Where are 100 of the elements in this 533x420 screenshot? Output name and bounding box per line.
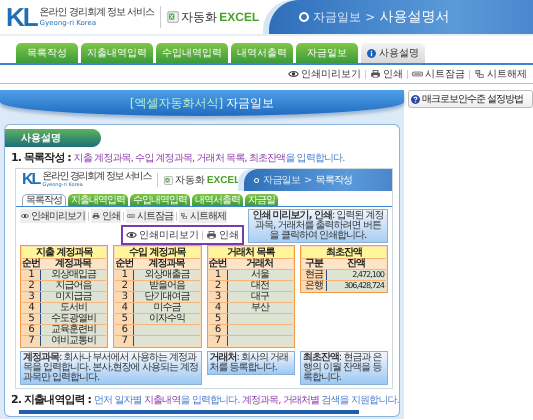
toolbar-button[interactable]: 시트잠금: [126, 209, 174, 223]
table-title: 거래처 목록: [208, 247, 293, 258]
table-cell-text: 4: [214, 303, 222, 313]
table-cell: 2,472,100: [326, 270, 386, 280]
toolbar-button[interactable]: 시트해제: [474, 67, 527, 81]
step-heading: 2. 지출내역입력 : 먼저 일자별 지출내역을 입력합니다. 계정과목, 거래처별 검색을 지원합니다.: [11, 394, 399, 407]
spreadsheet-icon: [164, 176, 173, 184]
eye-icon: [21, 213, 29, 219]
bullet-icon: [299, 12, 310, 22]
column-header: 계정과목: [40, 259, 106, 269]
empty-cell: [226, 336, 293, 346]
table-cell-text: 2: [214, 281, 222, 291]
table-cell: 306,428,724: [326, 281, 386, 291]
table-cell: 이자수익: [133, 314, 200, 324]
breadcrumb-separator: >: [304, 174, 312, 186]
table-cell-text: 2: [120, 281, 128, 291]
toolbar-button[interactable]: 시트잠금: [412, 67, 465, 81]
table-cell: 받을어음: [133, 281, 200, 291]
breadcrumb-separator: >: [365, 10, 376, 24]
table-cell-text: 5: [120, 314, 128, 324]
table-cell-text: 3: [120, 292, 128, 302]
info-icon: [367, 48, 376, 58]
table-cell: 대전: [226, 281, 293, 291]
table-cell-text: 1: [120, 270, 128, 280]
tab[interactable]: 사용설명: [361, 43, 425, 63]
table-cell-text: 은행: [304, 281, 324, 291]
empty-cell: [133, 336, 200, 346]
logo: KL: [22, 172, 40, 188]
toolbar-button[interactable]: 인쇄미리보기: [126, 228, 199, 242]
sheets-icon: [474, 70, 485, 78]
printer-icon: [206, 231, 217, 239]
product-name-suffix: EXCEL: [219, 10, 260, 24]
table-cell: 단기대여금: [133, 292, 200, 302]
table-title: 수입 계정과목: [115, 247, 200, 258]
table-cell-text: 6: [120, 325, 128, 335]
table-cell: 외상매입금: [40, 270, 106, 280]
table-cell: 여비교통비: [40, 336, 106, 346]
bullet-icon: [254, 178, 260, 182]
service-tagline: 온라인 경리회계 정보 서비스: [40, 6, 154, 18]
table-cell-text: 3: [214, 292, 222, 302]
table-cell: 서울: [226, 270, 293, 280]
empty-cell: [226, 314, 293, 324]
tab[interactable]: 목록작성: [22, 194, 66, 206]
service-tagline: 온라인 경리회계 정보 서비스: [42, 172, 151, 182]
column-header: 구분: [302, 259, 326, 269]
table-cell-text: 7: [120, 336, 128, 346]
table-title: 지출 계정과목: [22, 247, 106, 258]
table-cell-text: 6: [214, 325, 222, 335]
table-cell-text: 7: [214, 336, 222, 346]
empty-cell: [226, 325, 293, 335]
toolbar-button[interactable]: 인쇄: [370, 67, 403, 81]
eye-icon: [126, 231, 137, 239]
banner-prefix: [엑셀자동화서식]: [130, 94, 224, 112]
table-cell-text: 1: [27, 270, 35, 280]
banner-title: 자금일보: [226, 94, 274, 112]
column-header: 잔액: [326, 259, 386, 269]
table-cell-text: 4: [120, 303, 128, 313]
product-name: 자동화: [174, 174, 205, 187]
table-cell-text: 5: [214, 314, 222, 324]
toolbar-button[interactable]: 시트해제: [179, 209, 227, 223]
table-cell-text: 2: [27, 281, 35, 291]
table-cell-text: 현금: [304, 270, 324, 280]
eye-icon: [288, 70, 299, 78]
column-header: 거래처: [226, 259, 293, 269]
table-cell: 외상매출금: [133, 270, 200, 280]
table-cell: 미수금: [133, 303, 200, 313]
toolbar-button[interactable]: 인쇄미리보기: [288, 67, 361, 81]
printer-icon: [370, 70, 381, 78]
toolbar-button[interactable]: 인쇄미리보기: [20, 209, 86, 223]
table-cell: 지급어음: [40, 281, 106, 291]
column-header: 순번: [22, 259, 40, 269]
table-cell: 수도광열비: [40, 314, 106, 324]
note-callout: 계정과목: 회사나 부서에서 사용하는 계정과목을 입력합니다. 본사,현장에 사용되는 계정과목만 입력합니다.: [20, 351, 202, 385]
table-cell: 대구: [226, 292, 293, 302]
spreadsheet-icon: [167, 11, 180, 23]
empty-cell: [133, 325, 200, 335]
table-title: 최초잔액: [302, 247, 386, 258]
step-heading: 1. 목록작성 : 지출 계정과목, 수입 계정과목, 거래처 목록, 최초잔액을 입력합니다.: [11, 152, 346, 165]
product-name: 자동화: [181, 8, 218, 26]
logo: KL: [6, 4, 37, 30]
toolbar-button[interactable]: 인쇄: [91, 209, 121, 223]
table-cell: 교육훈련비: [40, 325, 106, 335]
sheets-icon: [180, 213, 188, 219]
table-cell: 부산: [226, 303, 293, 313]
toolbar-button[interactable]: 인쇄: [206, 228, 239, 242]
table-cell-text: 7: [27, 336, 35, 346]
table-cell: 도서비: [40, 303, 106, 313]
table-cell-text: 3: [27, 292, 35, 302]
table-cell-text: 1: [214, 270, 222, 280]
column-header: 순번: [208, 259, 226, 269]
column-header: 순번: [115, 259, 134, 269]
note-callout: 거래처: 회사의 거래처를 등록합니다.: [206, 351, 295, 375]
printer-icon: [92, 213, 100, 219]
tooltip-callout: 인쇄 미리보기, 인쇄: 입력된 계정과목, 거래처를 출력하려면 버튼을 클릭하여 인쇄합니다.: [248, 209, 388, 243]
table-cell-text: 4: [27, 303, 36, 313]
table-cell-text: 5: [27, 314, 35, 324]
column-header: 계정과목: [133, 259, 200, 269]
table-cell: 미지급금: [40, 292, 106, 302]
product-name-suffix: EXCEL: [206, 174, 240, 186]
macro-help-button[interactable]: 매크로보안수준 설정방법: [408, 90, 533, 108]
